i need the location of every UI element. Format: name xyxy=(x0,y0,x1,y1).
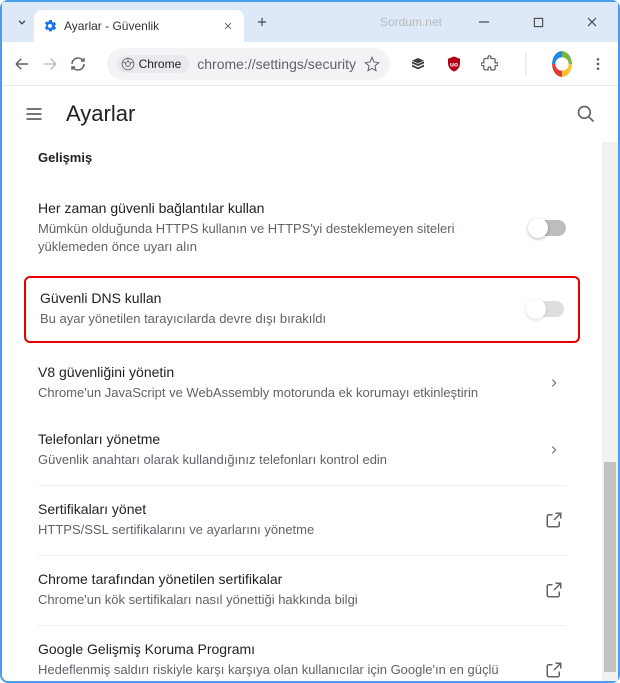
ext-shield-icon[interactable]: uo xyxy=(444,54,464,74)
ext-stack-icon[interactable] xyxy=(408,54,428,74)
chevron-right-icon xyxy=(542,376,566,390)
profile-halo-icon[interactable] xyxy=(552,54,572,74)
nav-forward-button[interactable] xyxy=(40,49,60,79)
window-maximize-button[interactable] xyxy=(520,4,556,40)
setting-title: Sertifikaları yönet xyxy=(38,501,530,517)
close-tab-icon[interactable] xyxy=(220,18,236,34)
toggle-switch-disabled xyxy=(528,301,564,317)
scrollbar[interactable] xyxy=(602,142,618,681)
chrome-chip: Chrome xyxy=(117,55,190,73)
bookmark-star-icon[interactable] xyxy=(364,56,380,72)
search-icon[interactable] xyxy=(574,102,598,126)
setting-row-https[interactable]: Her zaman güvenli bağlantılar kullan Müm… xyxy=(38,185,566,270)
settings-content: Gelişmiş Her zaman güvenli bağlantılar k… xyxy=(2,142,602,681)
setting-row-certs[interactable]: Sertifikaları yönet HTTPS/SSL sertifikal… xyxy=(38,486,566,553)
setting-desc: Mümkün olduğunda HTTPS kullanın ve HTTPS… xyxy=(38,220,518,256)
setting-row-chromecerts[interactable]: Chrome tarafından yönetilen sertifikalar… xyxy=(38,556,566,623)
chip-label: Chrome xyxy=(139,57,182,71)
extensions-puzzle-icon[interactable] xyxy=(480,54,500,74)
setting-title: Güvenli DNS kullan xyxy=(40,290,516,306)
window-titlebar: Ayarlar - Güvenlik Sordum.net xyxy=(2,2,618,42)
page-header: Ayarlar xyxy=(2,86,618,142)
tab-search-chevron[interactable] xyxy=(10,10,34,34)
setting-desc: Hedeflenmiş saldırı riskiyle karşı karşı… xyxy=(38,661,530,681)
divider-icon xyxy=(516,54,536,74)
setting-title: Chrome tarafından yönetilen sertifikalar xyxy=(38,571,530,587)
setting-row-gapp[interactable]: Google Gelişmiş Koruma Programı Hedeflen… xyxy=(38,626,566,681)
extension-icons: uo xyxy=(408,54,608,74)
nav-reload-button[interactable] xyxy=(68,49,88,79)
svg-text:uo: uo xyxy=(450,61,458,68)
setting-row-phones[interactable]: Telefonları yönetme Güvenlik anahtarı ol… xyxy=(38,416,566,483)
page-title: Ayarlar xyxy=(66,101,135,127)
scrollbar-thumb[interactable] xyxy=(604,462,616,672)
setting-title: Google Gelişmiş Koruma Programı xyxy=(38,641,530,657)
url-text: chrome://settings/security xyxy=(197,56,356,72)
address-bar[interactable]: Chrome chrome://settings/security xyxy=(107,48,390,80)
settings-gear-icon xyxy=(42,18,58,34)
browser-tab[interactable]: Ayarlar - Güvenlik xyxy=(34,10,244,42)
external-link-icon xyxy=(542,511,566,529)
watermark-text: Sordum.net xyxy=(380,15,442,29)
menu-dots-icon[interactable] xyxy=(588,54,608,74)
window-close-button[interactable] xyxy=(574,4,610,40)
setting-title: V8 güvenliğini yönetin xyxy=(38,364,530,380)
chevron-right-icon xyxy=(542,443,566,457)
section-heading: Gelişmiş xyxy=(38,150,566,165)
setting-desc: Chrome'un kök sertifikaları nasıl yönett… xyxy=(38,591,530,609)
tab-title: Ayarlar - Güvenlik xyxy=(64,19,159,33)
window-minimize-button[interactable] xyxy=(466,4,502,40)
external-link-icon xyxy=(542,661,566,679)
setting-desc: HTTPS/SSL sertifikalarını ve ayarlarını … xyxy=(38,521,530,539)
setting-row-dns[interactable]: Güvenli DNS kullan Bu ayar yönetilen tar… xyxy=(24,276,580,342)
setting-title: Her zaman güvenli bağlantılar kullan xyxy=(38,200,518,216)
toggle-switch[interactable] xyxy=(530,220,566,236)
setting-desc: Güvenlik anahtarı olarak kullandığınız t… xyxy=(38,451,530,469)
setting-desc: Bu ayar yönetilen tarayıcılarda devre dı… xyxy=(40,310,516,328)
external-link-icon xyxy=(542,581,566,599)
setting-row-v8[interactable]: V8 güvenliğini yönetin Chrome'un JavaScr… xyxy=(38,349,566,416)
menu-hamburger-icon[interactable] xyxy=(22,102,46,126)
setting-title: Telefonları yönetme xyxy=(38,431,530,447)
setting-desc: Chrome'un JavaScript ve WebAssembly moto… xyxy=(38,384,530,402)
nav-back-button[interactable] xyxy=(12,49,32,79)
browser-toolbar: Chrome chrome://settings/security uo xyxy=(2,42,618,86)
new-tab-button[interactable] xyxy=(248,8,276,36)
